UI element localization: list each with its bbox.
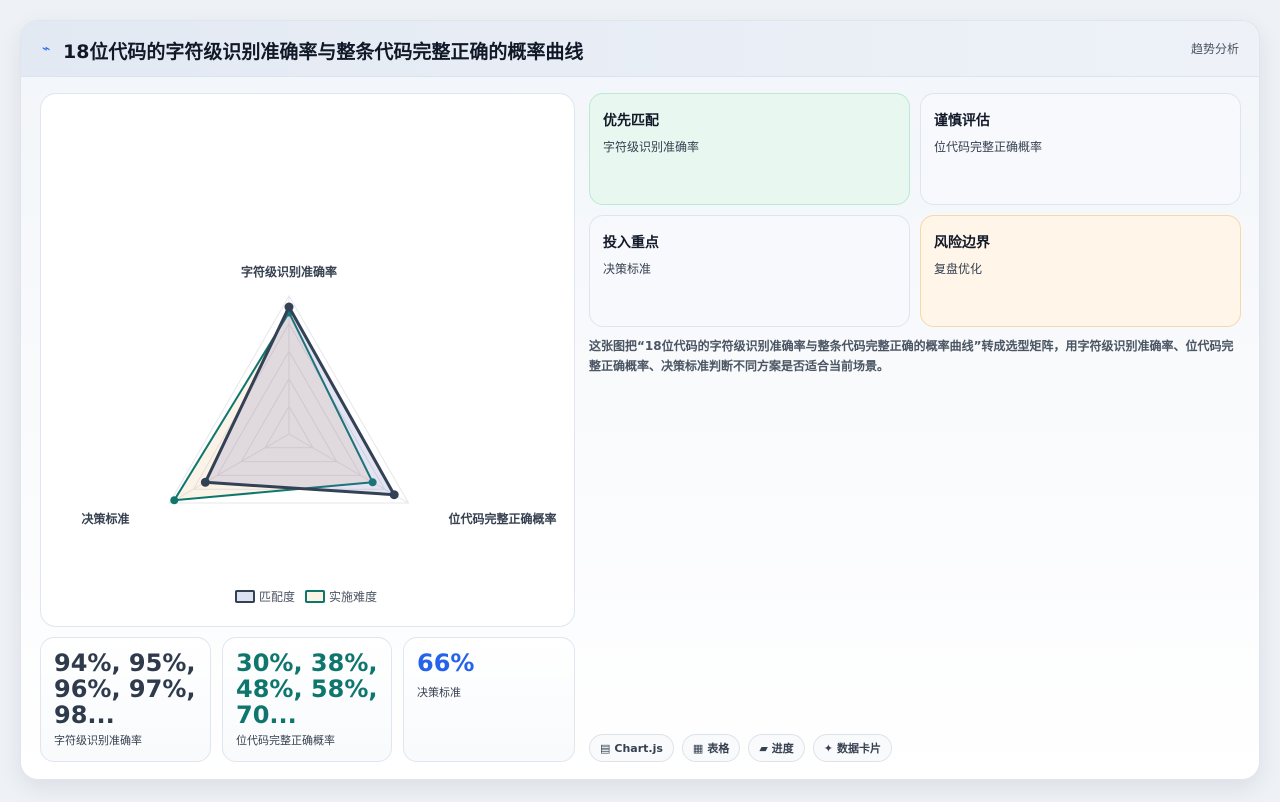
tile-subtitle: 位代码完整正确概率 xyxy=(934,140,1043,154)
card-header: ⌁ 18位代码的字符级识别准确率与整条代码完整正确的概率曲线 趋势分析 xyxy=(21,21,1259,77)
data-card-icon: ✦ xyxy=(823,741,834,755)
stat-card-3: 66% 决策标准 xyxy=(403,637,575,762)
tile-investment-focus: 投入重点 决策标准 xyxy=(589,215,910,327)
legend-swatch-series-2 xyxy=(305,590,326,603)
dashboard-card: ⌁ 18位代码的字符级识别准确率与整条代码完整正确的概率曲线 趋势分析 字符级识… xyxy=(20,20,1260,780)
tag-label: 进度 xyxy=(771,742,794,755)
analysis-type-label: 趋势分析 xyxy=(1190,42,1239,56)
tile-title: 谨慎评估 xyxy=(934,113,990,129)
legend-item-series-1[interactable]: 匹配度 xyxy=(235,588,295,605)
tag-label: Chart.js xyxy=(614,741,663,755)
radar-axis-label: 字符级识别准确率 xyxy=(241,264,337,279)
legend-swatch-series-1 xyxy=(235,590,255,603)
progress-icon: ▰ xyxy=(759,741,768,755)
page-title: 18位代码的字符级识别准确率与整条代码完整正确的概率曲线 xyxy=(63,41,584,63)
chart-legend: 匹配度 实施难度 xyxy=(235,588,377,605)
table-icon: ▦ xyxy=(692,741,704,755)
radar-data-point xyxy=(200,477,210,487)
tile-careful-evaluation: 谨慎评估 位代码完整正确概率 xyxy=(920,93,1241,205)
radar-chart: 字符级识别准确率位代码完整正确概率 决策标准 xyxy=(81,264,557,526)
tag-progress[interactable]: ▰ 进度 xyxy=(748,734,805,762)
radar-series-area xyxy=(203,303,397,497)
stat-label-1: 字符级识别准确率 xyxy=(54,734,142,747)
tile-risk-boundary: 风险边界 复盘优化 xyxy=(920,215,1241,327)
tile-priority-match: 优先匹配 字符级识别准确率 xyxy=(589,93,910,205)
stat-label-3: 决策标准 xyxy=(417,686,461,699)
legend-item-series-2[interactable]: 实施难度 xyxy=(305,588,377,605)
feature-tags: ▤ Chart.js ▦ 表格 ▰ 进度 ✦ 数据卡片 xyxy=(589,734,893,762)
tile-subtitle: 决策标准 xyxy=(603,262,652,276)
stat-value-3: 66% xyxy=(417,649,475,677)
tile-subtitle: 字符级识别准确率 xyxy=(603,140,700,154)
stat-value-1: 94%, 95%, 96%, 97%, 98... xyxy=(54,649,196,729)
tile-title: 优先匹配 xyxy=(603,113,659,129)
stat-label-2: 位代码完整正确概率 xyxy=(236,734,335,747)
chart-description: 这张图把“18位代码的字符级识别准确率与整条代码完整正确的概率曲线”转成选型矩阵… xyxy=(589,339,1234,373)
radar-data-point xyxy=(389,490,399,500)
legend-label-series-1: 匹配度 xyxy=(259,590,296,604)
radar-axis-label: 位代码完整正确概率 xyxy=(449,511,557,526)
legend-label-series-2: 实施难度 xyxy=(329,590,378,604)
radar-data-point xyxy=(170,496,179,505)
tag-data-card[interactable]: ✦ 数据卡片 xyxy=(812,734,893,762)
radar-axis-label: 决策标准 xyxy=(81,511,129,526)
radar-data-point xyxy=(284,302,294,312)
trend-icon: ⌁ xyxy=(42,41,51,57)
radar-chart-panel: 字符级识别准确率位代码完整正确概率 决策标准 匹配度 实施难度 xyxy=(40,93,575,627)
stat-value-2: 30%, 38%, 48%, 58%, 70... xyxy=(236,649,378,729)
chart-icon: ▤ xyxy=(600,741,611,755)
tag-table[interactable]: ▦ 表格 xyxy=(681,734,741,762)
tag-label: 表格 xyxy=(707,742,730,755)
stat-card-2: 30%, 38%, 48%, 58%, 70... 位代码完整正确概率 xyxy=(222,637,392,762)
tag-chartjs[interactable]: ▤ Chart.js xyxy=(589,734,674,762)
tile-title: 风险边界 xyxy=(934,235,990,251)
tag-label: 数据卡片 xyxy=(837,742,882,755)
tile-title: 投入重点 xyxy=(603,235,659,251)
tile-subtitle: 复盘优化 xyxy=(934,262,983,276)
stat-card-1: 94%, 95%, 96%, 97%, 98... 字符级识别准确率 xyxy=(40,637,211,762)
